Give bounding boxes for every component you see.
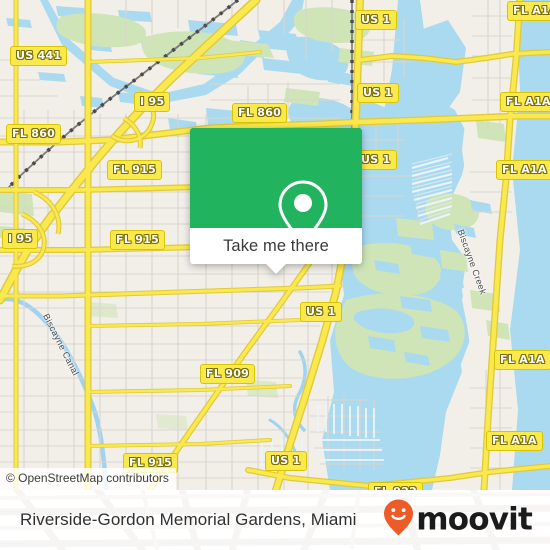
map-canvas[interactable]: Biscayne Canal Biscayne Creek US 441 I 9… bbox=[0, 0, 550, 490]
take-me-there-button[interactable]: Take me there bbox=[190, 228, 362, 274]
moovit-wordmark: moovit bbox=[416, 501, 533, 538]
road-shield-fl-915: FL 915 bbox=[107, 160, 163, 180]
osm-attribution[interactable]: © OpenStreetMap contributors bbox=[0, 468, 176, 490]
road-shield-fl-922: FL 922 bbox=[368, 482, 424, 490]
road-shield-fl-a1a: FL A1A bbox=[496, 160, 550, 180]
road-shield-fl-909: FL 909 bbox=[200, 364, 256, 384]
moovit-smiley-pin-icon bbox=[383, 499, 414, 542]
road-shield-fl-860: FL 860 bbox=[6, 124, 62, 144]
road-shield-i-95: I 95 bbox=[134, 92, 171, 112]
page-title: Riverside-Gordon Memorial Gardens, Miami bbox=[20, 510, 357, 529]
road-shield-fl-a1a: FL A1A bbox=[486, 431, 543, 451]
road-shield-fl-a1a: FL A1A bbox=[494, 350, 550, 370]
moovit-map-screenshot: Biscayne Canal Biscayne Creek US 441 I 9… bbox=[0, 0, 550, 550]
road-shield-fl-a1a: FL A1A bbox=[500, 92, 550, 112]
road-shield-i-95: I 95 bbox=[2, 229, 39, 249]
callout-pin-panel bbox=[190, 128, 362, 247]
road-shield-us-1: US 1 bbox=[265, 451, 307, 471]
moovit-logo[interactable]: moovit bbox=[383, 499, 533, 542]
take-me-there-label: Take me there bbox=[223, 236, 329, 255]
road-shield-fl-860: FL 860 bbox=[232, 103, 288, 123]
road-shield-us-1: US 1 bbox=[357, 83, 399, 103]
road-shield-us-1: US 1 bbox=[355, 10, 397, 30]
callout-tail bbox=[265, 263, 287, 274]
road-shield-us-441: US 441 bbox=[10, 46, 68, 66]
road-shield-us-1: US 1 bbox=[300, 302, 342, 322]
take-me-there-callout[interactable]: Take me there bbox=[190, 128, 362, 274]
footer-bar: Riverside-Gordon Memorial Gardens, Miami… bbox=[0, 490, 550, 550]
road-shield-fl-a1a: FL A1A bbox=[507, 1, 550, 21]
road-shield-fl-915: FL 915 bbox=[110, 230, 166, 250]
